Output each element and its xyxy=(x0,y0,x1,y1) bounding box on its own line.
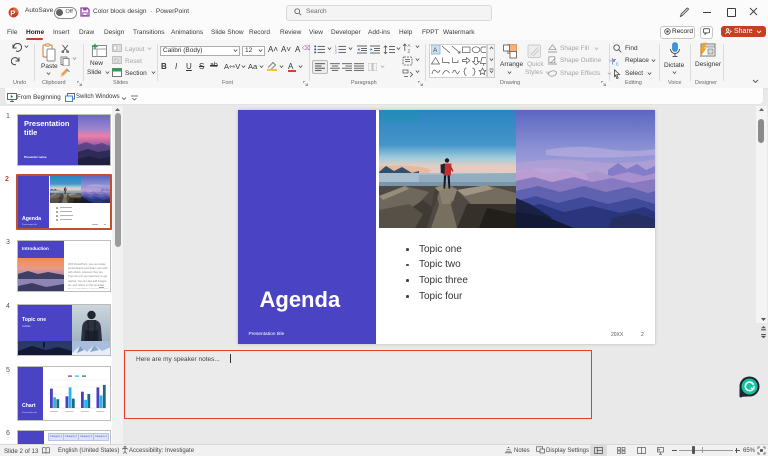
svg-text:3: 3 xyxy=(335,51,337,54)
svg-text:A: A xyxy=(408,43,411,48)
svg-text:A: A xyxy=(433,47,438,54)
svg-text:P: P xyxy=(10,8,15,17)
svg-text:Z: Z xyxy=(408,49,411,54)
svg-text:c: c xyxy=(616,61,619,66)
